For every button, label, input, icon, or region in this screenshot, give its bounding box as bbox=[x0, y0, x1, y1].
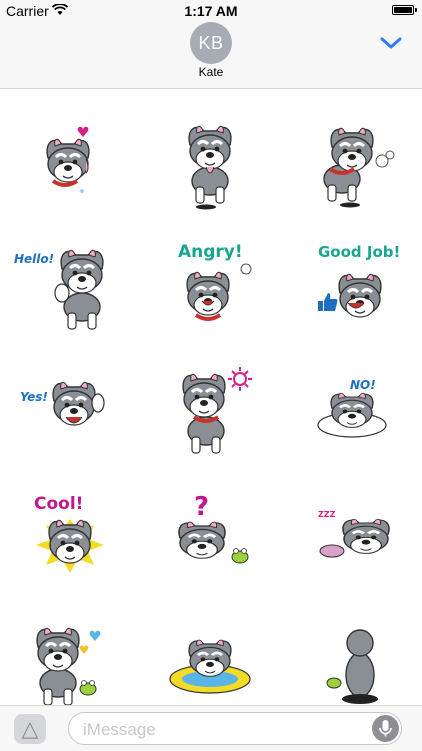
message-composer: △ bbox=[0, 705, 422, 751]
frog-icon bbox=[79, 680, 97, 696]
sticker-grid: Hello! Angry! Good Job! Yes! NO! Cool! ?… bbox=[0, 89, 422, 706]
thumbs-up-icon bbox=[318, 293, 338, 311]
message-input[interactable] bbox=[81, 719, 365, 741]
sticker-angry[interactable]: Angry! bbox=[150, 233, 270, 343]
frog-icon bbox=[231, 548, 249, 564]
sticker-dog-sun[interactable] bbox=[150, 357, 270, 467]
microphone-icon bbox=[379, 720, 392, 737]
sticker-caption-yes: Yes! bbox=[20, 390, 48, 404]
sticker-dog-sniff[interactable] bbox=[290, 109, 410, 219]
sticker-caption-no: NO! bbox=[350, 378, 376, 392]
sticker-question[interactable]: ? bbox=[150, 481, 270, 591]
sticker-dog-heart[interactable] bbox=[10, 109, 130, 219]
avatar[interactable]: KB bbox=[190, 22, 232, 64]
sticker-sleepy[interactable]: ZZZ bbox=[290, 481, 410, 591]
chevron-down-icon[interactable] bbox=[380, 36, 402, 50]
sticker-no[interactable]: NO! bbox=[290, 357, 410, 467]
sticker-cool[interactable]: Cool! bbox=[10, 481, 130, 591]
sticker-hello[interactable]: Hello! bbox=[10, 233, 130, 343]
sticker-caption-hello: Hello! bbox=[14, 252, 54, 266]
app-store-button[interactable]: △ bbox=[14, 714, 46, 744]
sticker-yes[interactable]: Yes! bbox=[10, 357, 130, 467]
sticker-caption-good-job: Good Job! bbox=[318, 243, 400, 261]
message-field[interactable] bbox=[68, 712, 402, 745]
sticker-caption-angry: Angry! bbox=[178, 242, 243, 262]
conversation-header: KB Kate bbox=[0, 22, 422, 89]
status-time: 1:17 AM bbox=[184, 3, 238, 19]
sticker-dog-float[interactable] bbox=[150, 605, 270, 715]
sticker-dog-back[interactable] bbox=[290, 605, 410, 715]
sticker-dog-frog[interactable] bbox=[10, 605, 130, 715]
sticker-caption-question: ? bbox=[194, 492, 209, 522]
status-bar: Carrier 1:17 AM bbox=[0, 0, 422, 22]
microphone-button[interactable] bbox=[372, 715, 399, 742]
battery-icon bbox=[392, 5, 417, 15]
app-store-icon: △ bbox=[21, 716, 39, 741]
sun-icon bbox=[228, 367, 252, 391]
sticker-caption-cool: Cool! bbox=[34, 494, 83, 514]
heart-icon bbox=[89, 630, 101, 641]
frog-icon bbox=[326, 677, 342, 689]
sticker-good-job[interactable]: Good Job! bbox=[290, 233, 410, 343]
contact-name[interactable]: Kate bbox=[0, 65, 422, 79]
sticker-dog-running[interactable] bbox=[150, 109, 270, 219]
sticker-caption-zzz: ZZZ bbox=[318, 510, 336, 519]
heart-icon bbox=[77, 126, 89, 137]
